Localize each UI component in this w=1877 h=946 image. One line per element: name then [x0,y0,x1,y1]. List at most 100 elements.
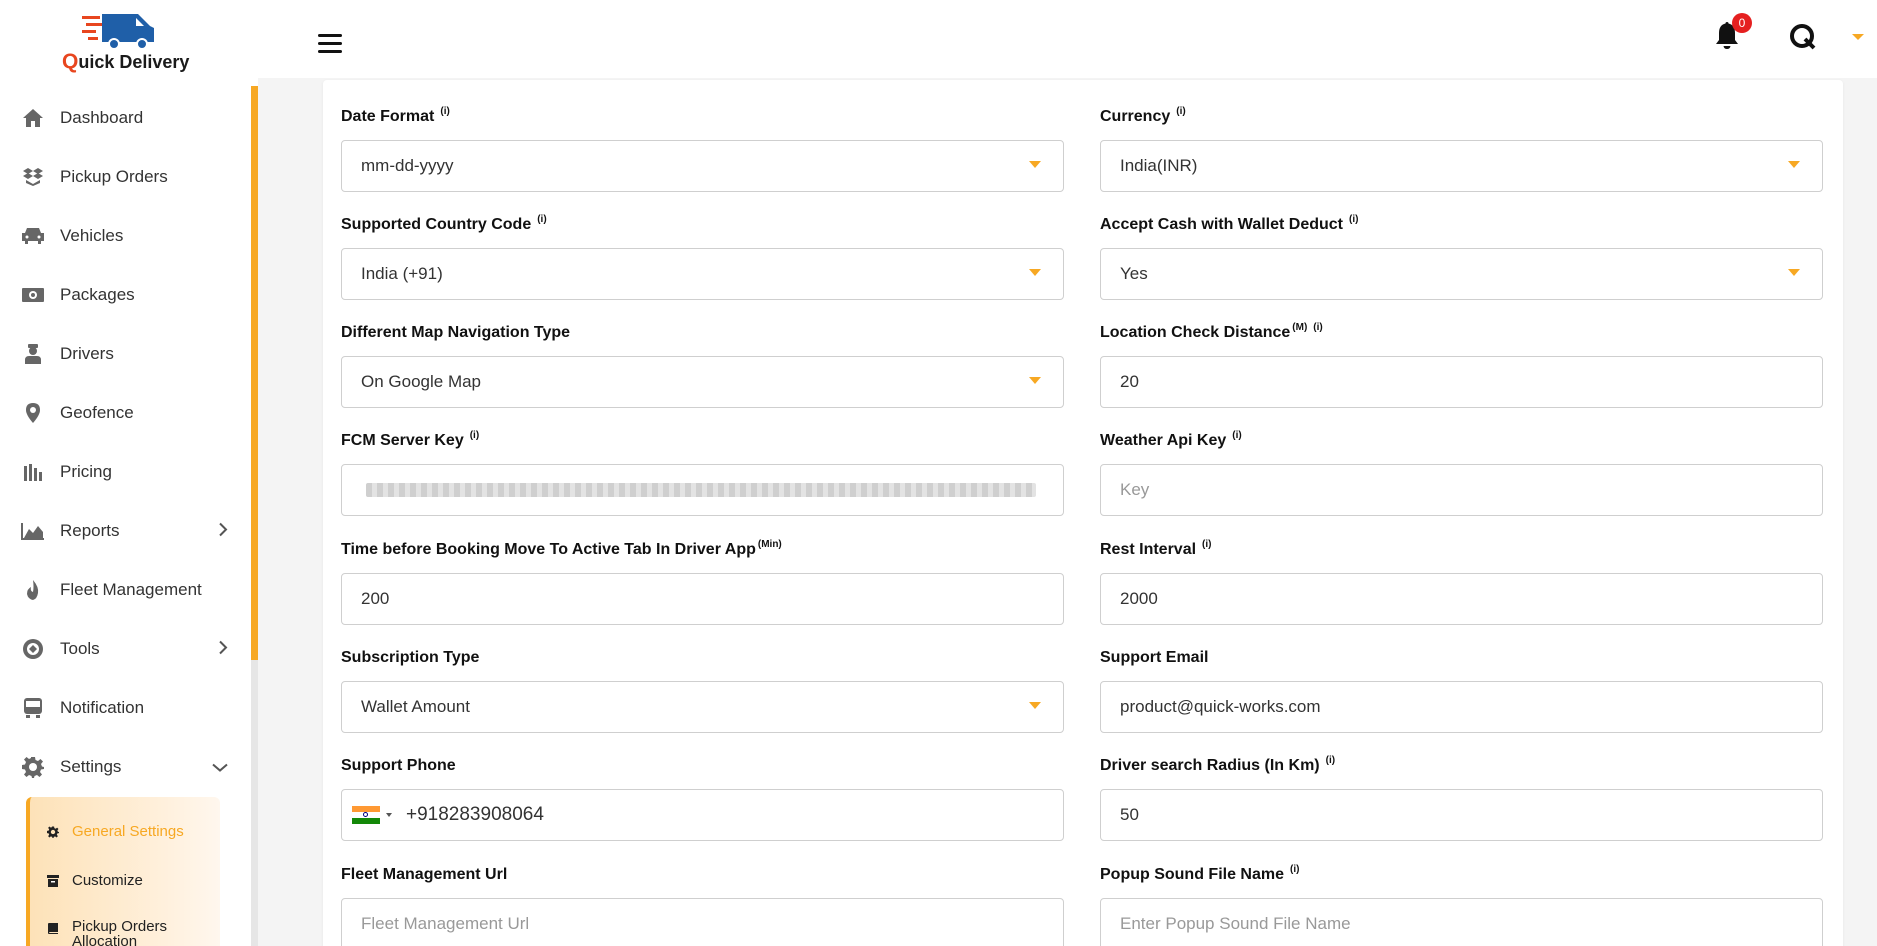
subscription-select[interactable]: Wallet Amount [341,681,1064,733]
booking-move-input[interactable]: 200 [341,573,1064,625]
sidebar-item-label: Dashboard [60,107,144,127]
sidebar-item-label: Settings [60,756,122,776]
india-flag-icon[interactable] [352,806,380,824]
submenu-general-settings[interactable]: General Settings [46,823,184,840]
logo-name: uick Delivery [78,52,190,72]
sidebar-item-pricing[interactable]: Pricing [0,442,250,501]
info-icon[interactable]: (i) [1326,755,1335,766]
sidebar-item-label: Reports [60,520,120,540]
avatar[interactable] [1788,22,1818,52]
sidebar-item-drivers[interactable]: Drivers [0,324,250,383]
rest-interval-value: 2000 [1120,589,1158,608]
popup-sound-placeholder: Enter Popup Sound File Name [1120,914,1351,933]
notification-badge: 0 [1732,13,1752,33]
info-icon[interactable]: (i) [537,214,546,225]
sidebar-item-reports[interactable]: Reports [0,501,250,560]
general-settings-card: Date Format (i) mm-dd-yyyy Currency (i) In… [323,80,1843,946]
weather-key-label: Weather Api Key [1100,432,1227,449]
support-email-value: product@quick-works.com [1120,697,1321,716]
bus-icon [20,695,46,721]
submenu-label: Customize [72,872,143,889]
map-pin-icon [20,400,46,426]
fleet-url-input[interactable]: Fleet Management Url [341,898,1064,946]
sidebar-item-pickup-orders[interactable]: Pickup Orders [0,147,250,206]
sidebar-scrollbar[interactable] [251,86,258,946]
search-radius-value: 50 [1120,805,1139,824]
currency-label: Currency [1100,108,1171,125]
search-radius-input[interactable]: 50 [1100,789,1823,841]
info-icon[interactable]: (i) [1202,539,1211,550]
dropdown-arrow-icon [1029,161,1041,168]
dropdown-arrow-icon [1029,377,1041,384]
subscription-value: Wallet Amount [361,697,470,716]
currency-select[interactable]: India(INR) [1100,140,1823,192]
support-email-input[interactable]: product@quick-works.com [1100,681,1823,733]
booking-move-label: Time before Booking Move To Active Tab I… [341,541,756,558]
user-menu-caret-icon[interactable] [1852,34,1864,40]
sidebar-item-label: Pickup Orders [60,166,168,186]
fcm-key-input[interactable] [341,464,1064,516]
info-icon[interactable]: (i) [440,106,449,117]
currency-value: India(INR) [1120,156,1198,175]
scrollbar-thumb[interactable] [251,86,258,660]
support-email-field: Support Email product@quick-works.com [1100,649,1823,733]
sidebar-item-notification[interactable]: Notification [0,678,250,737]
popup-sound-input[interactable]: Enter Popup Sound File Name [1100,898,1823,946]
location-distance-value: 20 [1120,372,1139,391]
country-dropdown-caret-icon[interactable] [386,813,392,817]
sidebar-item-settings[interactable]: Settings [0,737,250,796]
fleet-url-label: Fleet Management Url [341,866,508,883]
currency-field: Currency (i) India(INR) [1100,106,1823,192]
rest-interval-input[interactable]: 2000 [1100,573,1823,625]
sidebar-item-label: Packages [60,284,135,304]
search-radius-field: Driver search Radius (In Km) (i) 50 [1100,755,1823,841]
submenu-customize[interactable]: Customize [46,872,143,889]
info-icon[interactable]: (i) [1176,106,1185,117]
sidebar-item-packages[interactable]: Packages [0,265,250,324]
support-phone-input[interactable]: +918283908064 [341,789,1064,841]
info-icon[interactable]: (i) [1349,214,1358,225]
rest-interval-label: Rest Interval [1100,541,1197,558]
info-icon[interactable]: (i) [1290,864,1299,875]
weather-key-placeholder: Key [1120,480,1150,499]
date-format-field: Date Format (i) mm-dd-yyyy [341,106,1064,192]
chevron-right-icon [218,639,228,658]
driver-icon [20,341,46,367]
chart-area-icon [20,518,46,544]
country-code-select[interactable]: India (+91) [341,248,1064,300]
archive-icon [46,874,60,888]
date-format-label: Date Format [341,108,435,125]
cash-wallet-field: Accept Cash with Wallet Deduct (i) Yes [1100,214,1823,300]
settings-submenu: General Settings Customize Pickup Orders… [26,797,220,946]
sidebar-item-vehicles[interactable]: Vehicles [0,206,250,265]
sidebar-item-geofence[interactable]: Geofence [0,383,250,442]
country-code-label: Supported Country Code [341,216,532,233]
cash-wallet-value: Yes [1120,264,1148,283]
info-icon[interactable]: (i) [1313,322,1322,333]
submenu-pickup-orders-allocation[interactable]: Pickup Orders Allocation [46,919,192,946]
date-format-select[interactable]: mm-dd-yyyy [341,140,1064,192]
unit-superscript: (Min) [757,539,782,550]
unit-superscript: (M) [1292,322,1308,333]
map-nav-label: Different Map Navigation Type [341,324,571,341]
cash-wallet-select[interactable]: Yes [1100,248,1823,300]
fcm-key-label: FCM Server Key [341,432,464,449]
submenu-label: General Settings [72,823,184,840]
sidebar-item-dashboard[interactable]: Dashboard [0,88,250,147]
weather-key-input[interactable]: Key [1100,464,1823,516]
map-nav-field: Different Map Navigation Type On Google … [341,324,1064,408]
fire-icon [20,577,46,603]
info-icon[interactable]: (i) [1232,430,1241,441]
top-header: 0 [258,0,1877,78]
sidebar-item-fleet-management[interactable]: Fleet Management [0,560,250,619]
hamburger-menu-icon[interactable] [318,34,342,54]
sidebar-item-tools[interactable]: Tools [0,619,250,678]
sidebar-item-label: Vehicles [60,225,124,245]
location-distance-input[interactable]: 20 [1100,356,1823,408]
map-nav-select[interactable]: On Google Map [341,356,1064,408]
sidebar-item-label: Fleet Management [60,579,202,599]
search-radius-label: Driver search Radius (In Km) [1100,757,1320,774]
date-format-value: mm-dd-yyyy [361,156,454,175]
app-logo[interactable]: Quick Delivery [62,12,192,73]
info-icon[interactable]: (i) [470,430,479,441]
